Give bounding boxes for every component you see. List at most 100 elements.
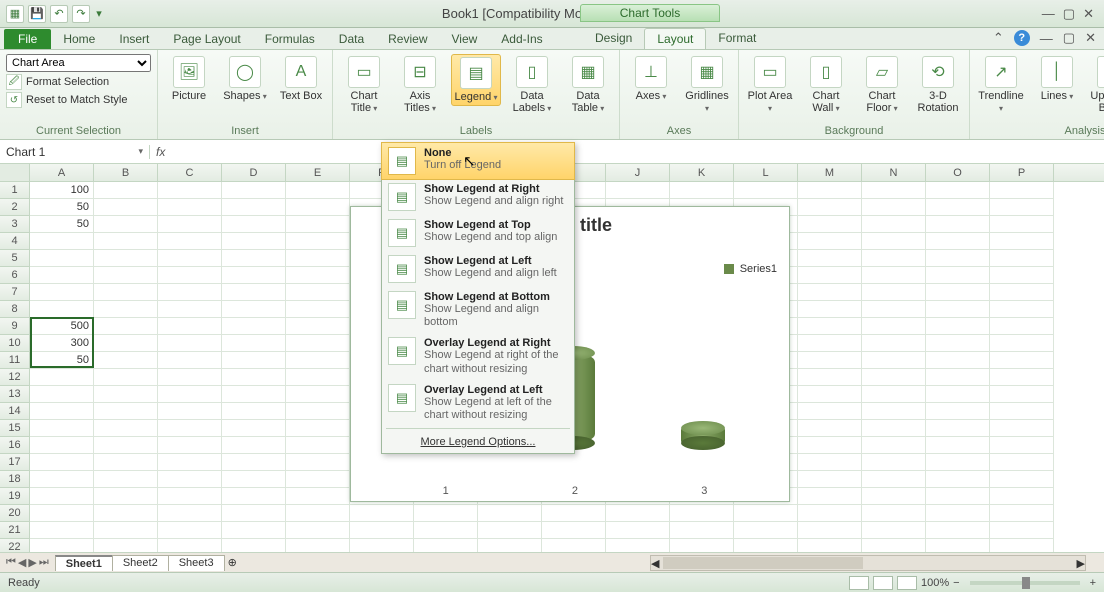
- cell[interactable]: [862, 301, 926, 318]
- cell[interactable]: [94, 301, 158, 318]
- trendline-button[interactable]: ↗Trendline: [976, 54, 1026, 116]
- cell[interactable]: [158, 250, 222, 267]
- cell[interactable]: [798, 352, 862, 369]
- cell[interactable]: [158, 437, 222, 454]
- cell[interactable]: [158, 420, 222, 437]
- cell[interactable]: [798, 250, 862, 267]
- cell[interactable]: [926, 369, 990, 386]
- cell[interactable]: [734, 539, 798, 552]
- sheet-nav-next-icon[interactable]: ▶: [28, 556, 36, 569]
- legend-menu-item[interactable]: ▤Show Legend at RightShow Legend and ali…: [382, 179, 574, 215]
- row-header[interactable]: 7: [0, 284, 30, 301]
- cell[interactable]: [990, 386, 1054, 403]
- column-header[interactable]: J: [606, 164, 670, 181]
- cell[interactable]: [926, 488, 990, 505]
- cell[interactable]: [670, 522, 734, 539]
- cell[interactable]: [670, 182, 734, 199]
- cell[interactable]: [926, 420, 990, 437]
- cell[interactable]: [606, 182, 670, 199]
- cell[interactable]: [798, 199, 862, 216]
- more-legend-options[interactable]: More Legend Options...: [382, 431, 574, 453]
- tab-review[interactable]: Review: [376, 29, 439, 49]
- cell[interactable]: [222, 199, 286, 216]
- column-header[interactable]: O: [926, 164, 990, 181]
- cell[interactable]: [990, 539, 1054, 552]
- sheet-tab[interactable]: Sheet3: [168, 555, 225, 571]
- cell[interactable]: [990, 301, 1054, 318]
- cell[interactable]: [990, 216, 1054, 233]
- cell[interactable]: [222, 471, 286, 488]
- cell[interactable]: [222, 301, 286, 318]
- legend-menu-item[interactable]: ▤Show Legend at TopShow Legend and top a…: [382, 215, 574, 251]
- cell[interactable]: [862, 199, 926, 216]
- row-header[interactable]: 10: [0, 335, 30, 352]
- cell[interactable]: [30, 539, 94, 552]
- sheet-tab[interactable]: Sheet1: [55, 555, 113, 571]
- fx-icon[interactable]: fx: [156, 145, 165, 159]
- cell[interactable]: [798, 216, 862, 233]
- cell[interactable]: 50: [30, 216, 94, 233]
- cell[interactable]: [30, 505, 94, 522]
- cell[interactable]: [94, 182, 158, 199]
- cell[interactable]: [158, 318, 222, 335]
- cell[interactable]: [862, 182, 926, 199]
- cell[interactable]: [926, 182, 990, 199]
- chart-floor-button[interactable]: ▱Chart Floor: [857, 54, 907, 116]
- cell[interactable]: [94, 318, 158, 335]
- save-icon[interactable]: 💾: [28, 5, 46, 23]
- cell[interactable]: [862, 369, 926, 386]
- cell[interactable]: [158, 301, 222, 318]
- cell[interactable]: [350, 539, 414, 552]
- cell[interactable]: [862, 505, 926, 522]
- column-header[interactable]: D: [222, 164, 286, 181]
- tab-page-layout[interactable]: Page Layout: [161, 29, 252, 49]
- cell[interactable]: [606, 522, 670, 539]
- file-tab[interactable]: File: [4, 29, 51, 49]
- cell[interactable]: [798, 182, 862, 199]
- cell[interactable]: [990, 420, 1054, 437]
- row-header[interactable]: 11: [0, 352, 30, 369]
- cell[interactable]: [798, 267, 862, 284]
- legend-button[interactable]: ▤Legend: [451, 54, 501, 106]
- legend-menu-item[interactable]: ▤Show Legend at LeftShow Legend and alig…: [382, 251, 574, 287]
- horizontal-scrollbar[interactable]: ◀▶: [650, 555, 1086, 571]
- cell[interactable]: [990, 522, 1054, 539]
- cell[interactable]: [862, 233, 926, 250]
- cell[interactable]: [222, 420, 286, 437]
- cell[interactable]: [94, 488, 158, 505]
- redo-icon[interactable]: ↷: [72, 5, 90, 23]
- cell[interactable]: [222, 386, 286, 403]
- tab-formulas[interactable]: Formulas: [253, 29, 327, 49]
- row-header[interactable]: 4: [0, 233, 30, 250]
- row-header[interactable]: 5: [0, 250, 30, 267]
- cell[interactable]: [798, 284, 862, 301]
- cell[interactable]: [926, 386, 990, 403]
- cell[interactable]: [926, 216, 990, 233]
- cell[interactable]: [222, 488, 286, 505]
- cell[interactable]: [286, 488, 350, 505]
- cell[interactable]: [286, 199, 350, 216]
- cell[interactable]: [30, 420, 94, 437]
- cell[interactable]: [990, 233, 1054, 250]
- cell[interactable]: [158, 216, 222, 233]
- cell[interactable]: [158, 284, 222, 301]
- cell[interactable]: [286, 284, 350, 301]
- cell[interactable]: [30, 522, 94, 539]
- insert-sheet-icon[interactable]: ⊕: [228, 556, 237, 569]
- cell[interactable]: [990, 335, 1054, 352]
- cell[interactable]: [286, 352, 350, 369]
- legend-menu-item[interactable]: ▤Overlay Legend at RightShow Legend at r…: [382, 333, 574, 379]
- row-header[interactable]: 22: [0, 539, 30, 552]
- legend-menu-item[interactable]: ▤Show Legend at BottomShow Legend and al…: [382, 287, 574, 333]
- cell[interactable]: [158, 267, 222, 284]
- cell[interactable]: [222, 505, 286, 522]
- row-header[interactable]: 20: [0, 505, 30, 522]
- cell[interactable]: [862, 335, 926, 352]
- cell[interactable]: [286, 454, 350, 471]
- row-header[interactable]: 13: [0, 386, 30, 403]
- cell[interactable]: [222, 352, 286, 369]
- cell[interactable]: [862, 386, 926, 403]
- cell[interactable]: [94, 454, 158, 471]
- cell[interactable]: [30, 437, 94, 454]
- cell[interactable]: [926, 250, 990, 267]
